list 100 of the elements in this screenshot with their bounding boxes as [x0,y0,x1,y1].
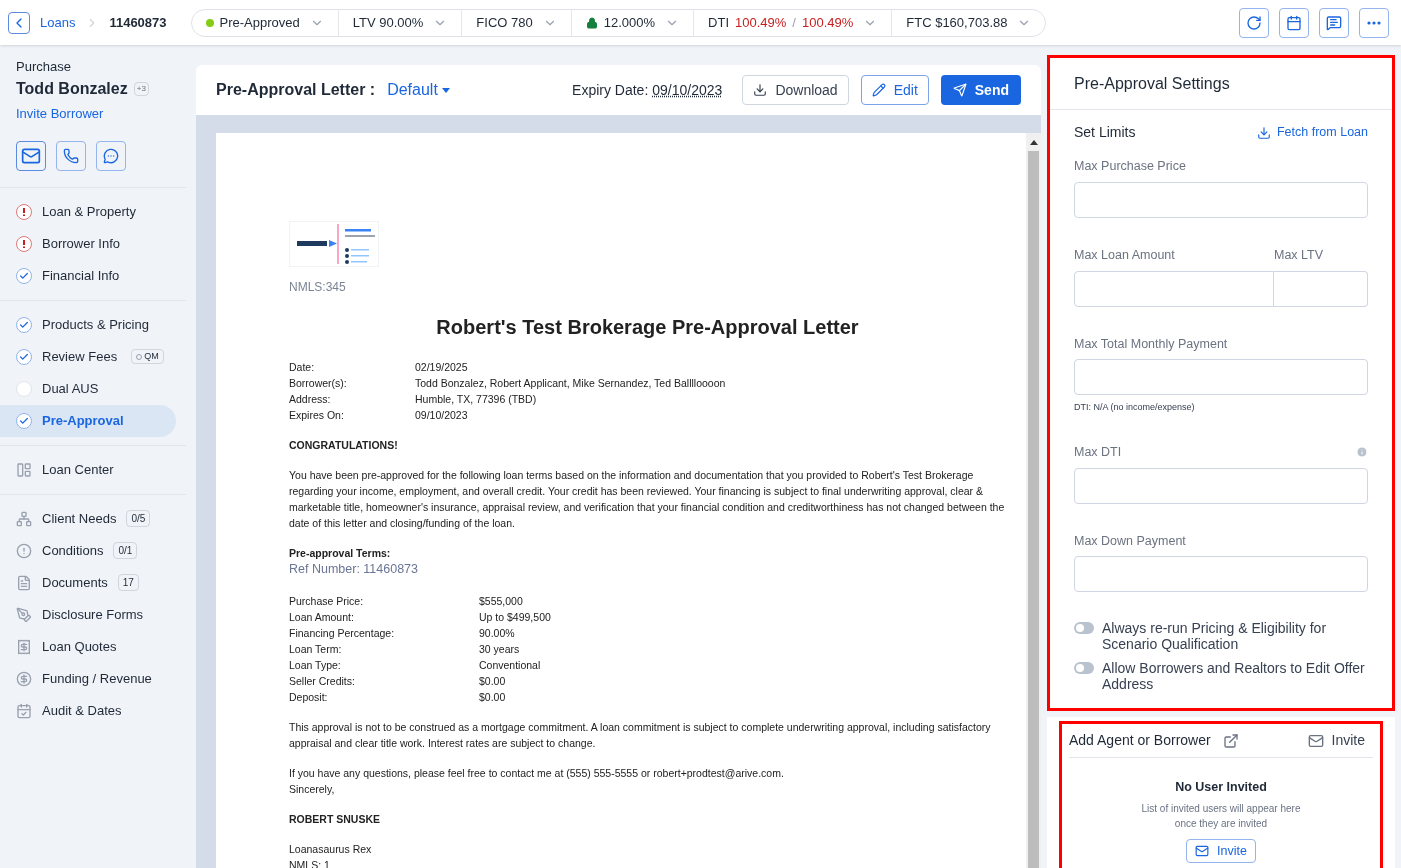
term-value: $0.00 [479,690,507,705]
nav-step[interactable]: Dual AUS [0,372,176,405]
loan-type: Purchase [16,58,72,76]
input-field[interactable] [1274,270,1368,307]
send-icon [952,83,967,97]
invite-button[interactable]: Invite [1186,839,1256,863]
download-button[interactable]: Download [742,75,849,105]
send-button[interactable]: Send [940,75,1021,105]
nav-step[interactable]: Products & Pricing [0,308,176,341]
download-icon [753,83,768,97]
toggle-switch[interactable] [1074,622,1094,635]
nav-item[interactable]: Loan Quotes [0,630,186,663]
term-label: Loan Type: [289,658,342,673]
term-value: $555,000 [479,594,524,609]
fetch-from-loan-button[interactable]: Fetch from Loan [1257,123,1368,142]
field-hint: DTI: N/A (no income/expense) [1074,401,1196,415]
refresh-icon [1246,14,1262,31]
status-pill[interactable]: DTI 100.49% / 100.49% [694,9,893,36]
detail-label: Address: [289,392,332,407]
input-field[interactable] [1074,359,1368,396]
input-field[interactable] [1074,270,1274,307]
breadcrumb-link[interactable]: Loans [40,12,76,33]
status-pill[interactable]: FICO 780 [462,9,572,36]
calendar-icon [16,702,32,719]
count-badge: 0/1 [113,542,138,559]
toggle-switch[interactable] [1074,662,1094,675]
chat-button[interactable] [96,140,126,171]
invite-action[interactable]: Invite [1307,730,1365,752]
count-badge: 17 [117,574,139,591]
disclaimer-paragraph: This approval is not to be construed as a mortgage commitment. A loan commitment is subject to complete underwriting approval, including satisfactory appraisal and clear title work. Interest rates are subject to change. [289,720,992,751]
field-label: Max DTI [1074,443,1122,461]
mail-icon [1307,732,1324,749]
input-field[interactable] [1074,181,1368,218]
phone-button[interactable] [56,140,86,171]
term-label: Loan Amount: [289,610,355,625]
lock-icon [585,16,598,29]
toggle-label: Allow Borrowers and Realtors to Edit Offer Address [1102,660,1366,693]
detail-value: Todd Bonzalez, Robert Applicant, Mike Sernandez, Ted Balllloooon [415,376,727,391]
count-badge: +3 [133,81,149,96]
nav-step[interactable]: Borrower Info [0,227,176,260]
term-value: Conventional [479,658,542,673]
nav-step[interactable]: Review Fees QM [0,340,176,373]
settings-title: Pre-Approval Settings [1050,58,1392,110]
nmls-number: NMLS:345 [289,279,347,295]
input-field[interactable] [1074,556,1368,593]
edit-button[interactable]: Edit [860,75,929,105]
signer-name: ROBERT SNUSKE [289,812,381,827]
field-label: Max LTV [1274,246,1324,264]
refresh-button[interactable] [1239,7,1269,38]
nav-item[interactable]: Audit & Dates [0,694,186,727]
detail-value: Humble, TX, 77396 (TBD) [415,392,538,407]
field-label: Max Down Payment [1074,532,1187,550]
empty-state-title: No User Invited [1175,779,1267,797]
term-value: $0.00 [479,674,507,689]
calendar-button[interactable] [1279,7,1309,38]
nav-item[interactable]: Documents 17 [0,566,186,599]
caret-icon [441,87,450,93]
panel-title: Pre-Approval Letter : [216,80,376,100]
status-pill[interactable]: Pre-Approved [191,9,339,36]
toggle-label: Always re-run Pricing & Eligibility for Scenario Qualification [1102,620,1328,653]
ref-number: Ref Number: 11460873 [289,561,420,577]
hierarchy-icon [16,510,32,527]
qm-badge: QM [131,348,164,365]
email-button[interactable] [16,140,46,171]
term-label: Financing Percentage: [289,626,396,641]
scroll-thumb[interactable] [1028,151,1039,868]
invite-borrower-link[interactable]: Invite Borrower [16,105,104,121]
nav-step[interactable]: Financial Info [0,259,176,292]
nav-item[interactable]: Client Needs 0/5 [0,502,186,535]
status-pill[interactable]: LTV 90.00% [338,9,463,36]
scroll-up-icon[interactable] [1029,139,1038,145]
more-button[interactable] [1359,7,1389,38]
term-label: Purchase Price: [289,594,365,609]
status-pill[interactable]: FTC $160,703.88 [892,9,1046,36]
pencil-icon [871,83,886,97]
external-link-icon[interactable] [1222,732,1239,749]
expiry-label: Expiry Date: [572,80,649,100]
scrollbar[interactable] [1026,133,1041,868]
status-pill[interactable]: 12.000% [571,9,695,36]
template-dropdown[interactable]: Default [387,78,450,102]
nav-item[interactable]: Loan Center [0,453,186,486]
comments-button[interactable] [1319,7,1349,38]
term-label: Deposit: [289,690,329,705]
nav-item[interactable]: Disclosure Forms [0,598,186,631]
back-button[interactable] [8,11,30,34]
count-badge: 0/5 [126,510,151,527]
card-title: Add Agent or Borrower [1069,731,1211,751]
more-icon [1367,20,1381,25]
nav-step[interactable]: Pre-Approval [0,404,176,437]
nav-step[interactable]: Loan & Property [0,195,176,228]
dollar-icon [16,670,32,687]
borrower-name: Todd Bonzalez [16,78,128,99]
chat-icon [103,147,119,164]
term-value: Up to $499,500 [479,610,552,625]
input-field[interactable] [1074,467,1368,504]
field-label: Max Total Monthly Payment [1074,335,1229,353]
term-label: Seller Credits: [289,674,356,689]
nav-item[interactable]: Funding / Revenue [0,662,186,695]
loan-number: 11460873 [109,13,167,32]
nav-item[interactable]: Conditions 0/1 [0,534,186,567]
